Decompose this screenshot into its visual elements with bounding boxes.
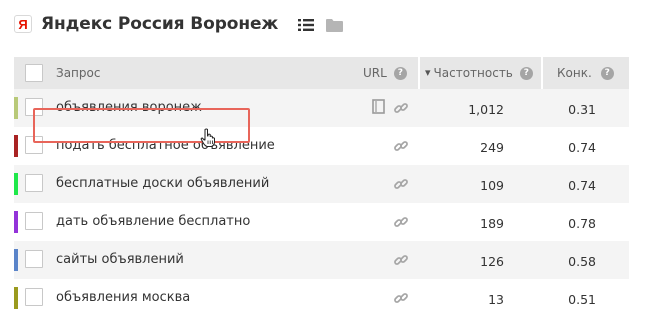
link-icon[interactable] bbox=[393, 176, 409, 192]
frequency-value: 13 bbox=[488, 292, 504, 307]
query-text[interactable]: сайты объявлений bbox=[56, 241, 184, 279]
competition-value: 0.31 bbox=[568, 102, 596, 117]
competition-help-icon[interactable]: ? bbox=[600, 66, 614, 80]
url-help-icon[interactable]: ? bbox=[393, 66, 407, 80]
competition-value: 0.74 bbox=[568, 140, 596, 155]
link-icon[interactable] bbox=[393, 252, 409, 268]
table-row[interactable]: сайты объявлений 126 0.58 bbox=[14, 241, 629, 279]
link-icon[interactable] bbox=[393, 290, 409, 306]
row-color-marker bbox=[14, 287, 18, 309]
query-text[interactable]: объявления москва bbox=[56, 279, 190, 317]
yandex-logo-letter: Я bbox=[18, 17, 28, 32]
select-all-checkbox[interactable] bbox=[25, 64, 43, 82]
row-checkbox[interactable] bbox=[25, 250, 43, 268]
query-text[interactable]: объявления воронеж bbox=[56, 89, 202, 127]
column-header-url[interactable]: URL ? bbox=[363, 57, 407, 89]
sort-desc-icon: ▾ bbox=[425, 66, 431, 79]
column-header-competition-label: Конк. bbox=[557, 66, 592, 80]
column-header-frequency-label: Частотность bbox=[433, 66, 513, 80]
table-row[interactable]: бесплатные доски объявлений 109 0.74 bbox=[14, 165, 629, 203]
header-separator bbox=[418, 57, 420, 89]
row-checkbox[interactable] bbox=[25, 288, 43, 306]
row-color-marker bbox=[14, 211, 18, 233]
frequency-help-icon[interactable]: ? bbox=[519, 66, 533, 80]
competition-value: 0.51 bbox=[568, 292, 596, 307]
yandex-logo-icon: Я bbox=[14, 15, 32, 33]
row-checkbox[interactable] bbox=[25, 98, 43, 116]
keywords-table: Запрос URL ? ▾ Частотность ? Конк. ? объ… bbox=[14, 57, 629, 317]
column-header-frequency[interactable]: ▾ Частотность ? bbox=[425, 57, 533, 89]
header-separator bbox=[541, 57, 543, 89]
page-title: Яндекс Россия Воронеж bbox=[41, 14, 279, 34]
column-header-query[interactable]: Запрос bbox=[56, 57, 100, 89]
list-icon[interactable] bbox=[298, 17, 315, 31]
table-header: Запрос URL ? ▾ Частотность ? Конк. ? bbox=[14, 57, 629, 89]
table-row[interactable]: объявления воронеж 1,012 0.31 bbox=[14, 89, 629, 127]
table-row[interactable]: объявления москва 13 0.51 bbox=[14, 279, 629, 317]
competition-value: 0.74 bbox=[568, 178, 596, 193]
link-icon[interactable] bbox=[393, 214, 409, 230]
page-header: Я Яндекс Россия Воронеж bbox=[14, 12, 344, 36]
link-icon[interactable] bbox=[393, 138, 409, 154]
column-header-competition[interactable]: Конк. ? bbox=[557, 57, 614, 89]
frequency-value: 126 bbox=[480, 254, 504, 269]
row-checkbox[interactable] bbox=[25, 136, 43, 154]
row-color-marker bbox=[14, 173, 18, 195]
query-text[interactable]: подать бесплатное объявление bbox=[56, 127, 275, 165]
competition-value: 0.58 bbox=[568, 254, 596, 269]
competition-value: 0.78 bbox=[568, 216, 596, 231]
row-color-marker bbox=[14, 97, 18, 119]
query-text[interactable]: бесплатные доски объявлений bbox=[56, 165, 269, 203]
row-checkbox[interactable] bbox=[25, 174, 43, 192]
link-icon[interactable] bbox=[393, 100, 409, 116]
folder-icon[interactable] bbox=[326, 17, 344, 32]
table-row[interactable]: подать бесплатное объявление 249 0.74 bbox=[14, 127, 629, 165]
frequency-value: 249 bbox=[480, 140, 504, 155]
document-icon[interactable] bbox=[372, 99, 385, 114]
table-row[interactable]: дать объявление бесплатно 189 0.78 bbox=[14, 203, 629, 241]
frequency-value: 109 bbox=[480, 178, 504, 193]
row-color-marker bbox=[14, 249, 18, 271]
frequency-value: 1,012 bbox=[468, 102, 504, 117]
row-checkbox[interactable] bbox=[25, 212, 43, 230]
row-color-marker bbox=[14, 135, 18, 157]
frequency-value: 189 bbox=[480, 216, 504, 231]
column-header-url-label: URL bbox=[363, 66, 387, 80]
query-text[interactable]: дать объявление бесплатно bbox=[56, 203, 250, 241]
